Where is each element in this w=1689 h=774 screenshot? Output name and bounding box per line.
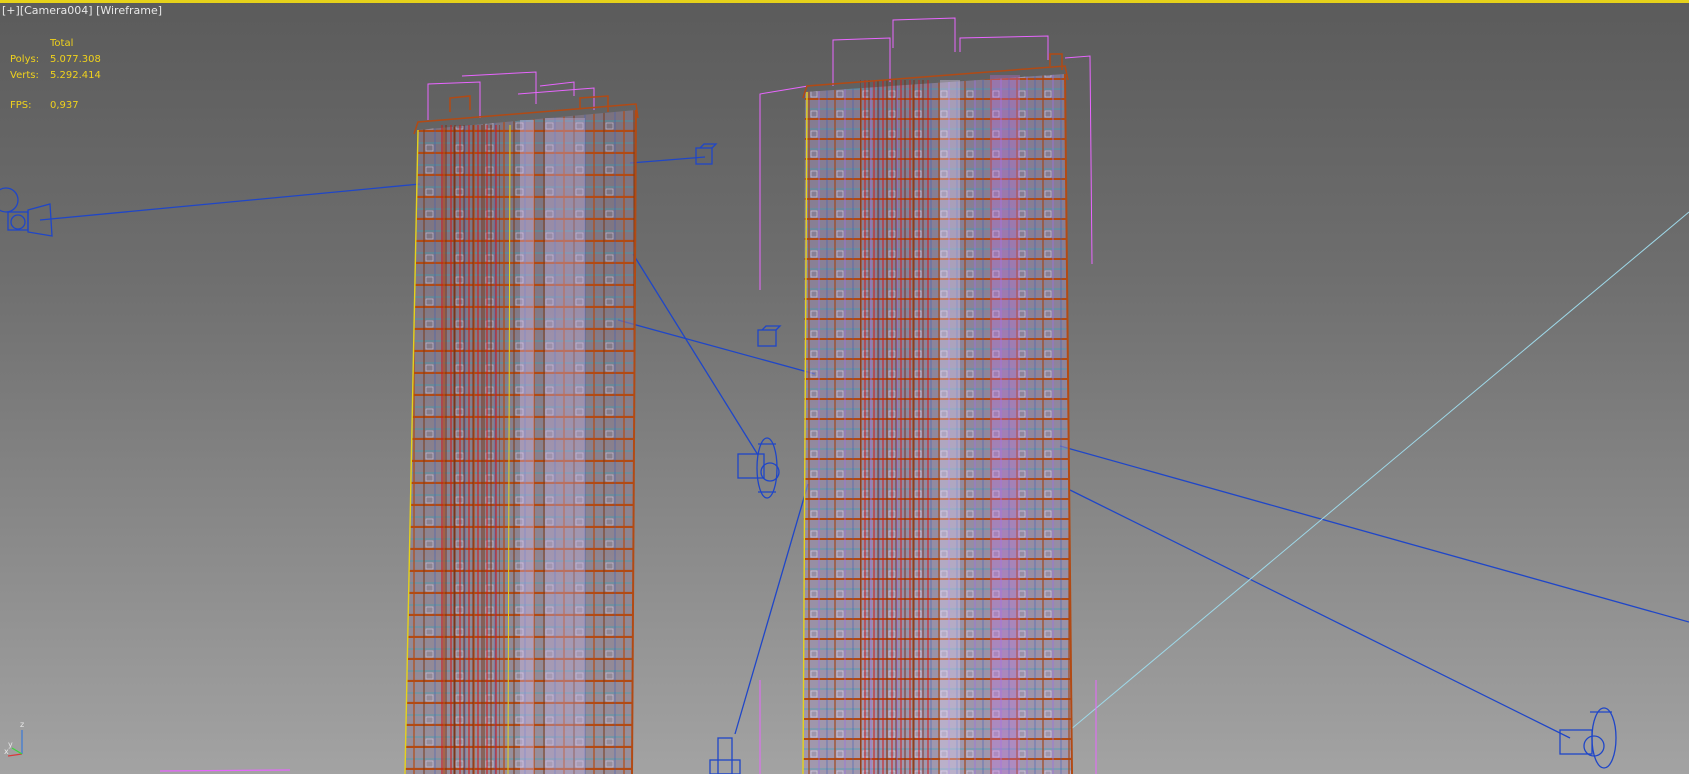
axis-z-label: z [20, 720, 24, 729]
viewport-menu-button[interactable]: [+] [2, 4, 20, 17]
camera-viewport[interactable]: [+][Camera004] [Wireframe] Total Polys: 5… [0, 0, 1689, 774]
ground-line [159, 769, 291, 772]
viewport-label: [+][Camera004] [Wireframe] [2, 4, 162, 17]
stats-total-header: Total [50, 38, 74, 49]
light-icon-1[interactable] [0, 187, 53, 237]
verts-value: 5.292.414 [50, 70, 101, 81]
camera-sightline [1069, 211, 1689, 731]
shading-menu-button[interactable]: [Wireframe] [96, 4, 162, 17]
fps-value: 0,937 [50, 100, 79, 111]
axis-gizmo: z x y [4, 720, 24, 757]
polys-label: Polys: [10, 54, 40, 65]
light-icon-4[interactable] [737, 437, 780, 499]
statistics-overlay: Total Polys: 5.077.308 Verts: 5.292.414 FP… [10, 36, 101, 114]
light-icon-3[interactable] [757, 325, 782, 347]
polys-value: 5.077.308 [50, 54, 101, 65]
camera-menu-button[interactable]: [Camera004] [20, 4, 93, 17]
light-icon-2[interactable] [695, 143, 718, 165]
tower-left[interactable] [404, 71, 639, 774]
verts-label: Verts: [10, 70, 39, 81]
axis-y-label: y [8, 740, 13, 749]
fps-label: FPS: [10, 100, 32, 111]
light-icon-5[interactable] [1559, 707, 1617, 769]
scene-wireframe[interactable] [0, 0, 1689, 774]
tower-right[interactable] [759, 17, 1097, 774]
light-icon-6[interactable] [709, 737, 741, 774]
